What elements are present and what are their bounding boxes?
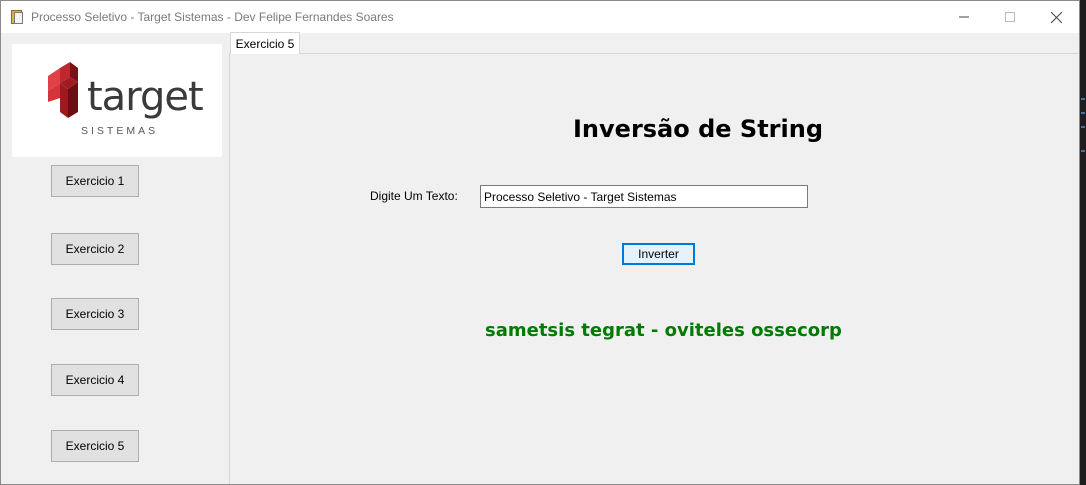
text-input[interactable]: [480, 185, 808, 208]
tab-exercicio-5[interactable]: Exercicio 5: [230, 32, 300, 54]
exercicio-4-button[interactable]: Exercicio 4: [51, 364, 139, 396]
background-window-edge: [1080, 0, 1086, 485]
tab-strip: [229, 33, 1079, 54]
window-title: Processo Seletivo - Target Sistemas - De…: [31, 10, 394, 24]
title-bar[interactable]: Processo Seletivo - Target Sistemas - De…: [1, 1, 1079, 33]
sidebar: target SISTEMAS Exercicio 1 Exercicio 2 …: [1, 33, 227, 483]
app-icon: [9, 9, 25, 25]
maximize-icon: [1005, 12, 1015, 22]
exercicio-3-button[interactable]: Exercicio 3: [51, 298, 139, 330]
close-button[interactable]: [1033, 1, 1079, 33]
inverter-button[interactable]: Inverter: [622, 243, 695, 265]
exercicio-5-button[interactable]: Exercicio 5: [51, 430, 139, 462]
close-icon: [1050, 11, 1062, 23]
maximize-button[interactable]: [987, 1, 1033, 33]
logo-brand-text: target: [87, 74, 204, 120]
result-text: sametsis tegrat - oviteles ossecorp: [485, 320, 842, 341]
text-input-label: Digite Um Texto:: [370, 189, 458, 203]
target-logo-mark-icon: [48, 62, 78, 118]
exercicio-1-button[interactable]: Exercicio 1: [51, 165, 139, 197]
exercicio-2-button[interactable]: Exercicio 2: [51, 233, 139, 265]
page-title: Inversão de String: [573, 115, 823, 143]
app-window: Processo Seletivo - Target Sistemas - De…: [0, 0, 1080, 485]
window-controls: [941, 1, 1079, 33]
minimize-button[interactable]: [941, 1, 987, 33]
minimize-icon: [959, 16, 969, 18]
target-logo: target SISTEMAS: [12, 44, 222, 157]
logo-subtitle: SISTEMAS: [81, 125, 159, 137]
